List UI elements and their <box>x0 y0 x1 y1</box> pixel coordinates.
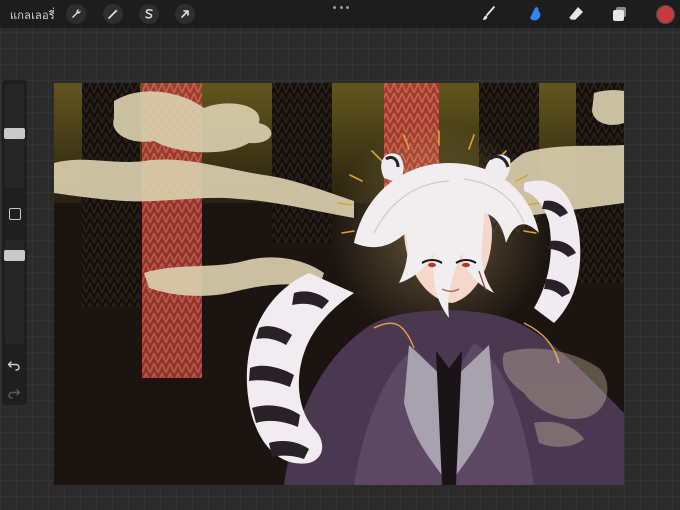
eraser-tool-button[interactable] <box>566 4 586 24</box>
undo-button[interactable] <box>7 356 21 371</box>
arrow-cursor-icon <box>181 10 189 18</box>
adjustments-button[interactable] <box>103 4 123 24</box>
drawing-canvas[interactable] <box>54 83 624 485</box>
transform-button[interactable] <box>175 4 195 24</box>
brush-tool-button[interactable] <box>478 4 498 24</box>
redo-arrow-icon <box>8 389 21 399</box>
procreate-app: แกลเลอรี่ <box>0 0 680 510</box>
brush-size-thumb[interactable] <box>4 128 25 139</box>
left-sidebar <box>2 80 27 405</box>
opacity-thumb[interactable] <box>4 250 25 261</box>
eraser-icon <box>568 7 583 21</box>
top-toolbar: แกลเลอรี่ <box>0 0 680 28</box>
actions-button[interactable] <box>66 4 86 24</box>
magic-wand-icon <box>108 9 118 19</box>
square-outline-icon[interactable] <box>9 208 21 220</box>
layers-icon <box>613 7 626 21</box>
artwork <box>54 83 624 485</box>
smudge-tool-button[interactable] <box>525 4 545 24</box>
selection-s-icon <box>145 9 153 19</box>
gallery-link[interactable]: แกลเลอรี่ <box>10 6 55 24</box>
wrench-icon <box>72 9 81 18</box>
ellipsis-icon[interactable] <box>333 2 349 12</box>
redo-button[interactable] <box>7 384 21 399</box>
undo-arrow-icon <box>7 361 20 371</box>
layers-button[interactable] <box>610 4 630 24</box>
brush-icon <box>483 6 495 20</box>
smudge-finger-icon <box>530 7 541 21</box>
color-picker-button[interactable] <box>656 5 675 24</box>
selection-button[interactable] <box>139 4 159 24</box>
